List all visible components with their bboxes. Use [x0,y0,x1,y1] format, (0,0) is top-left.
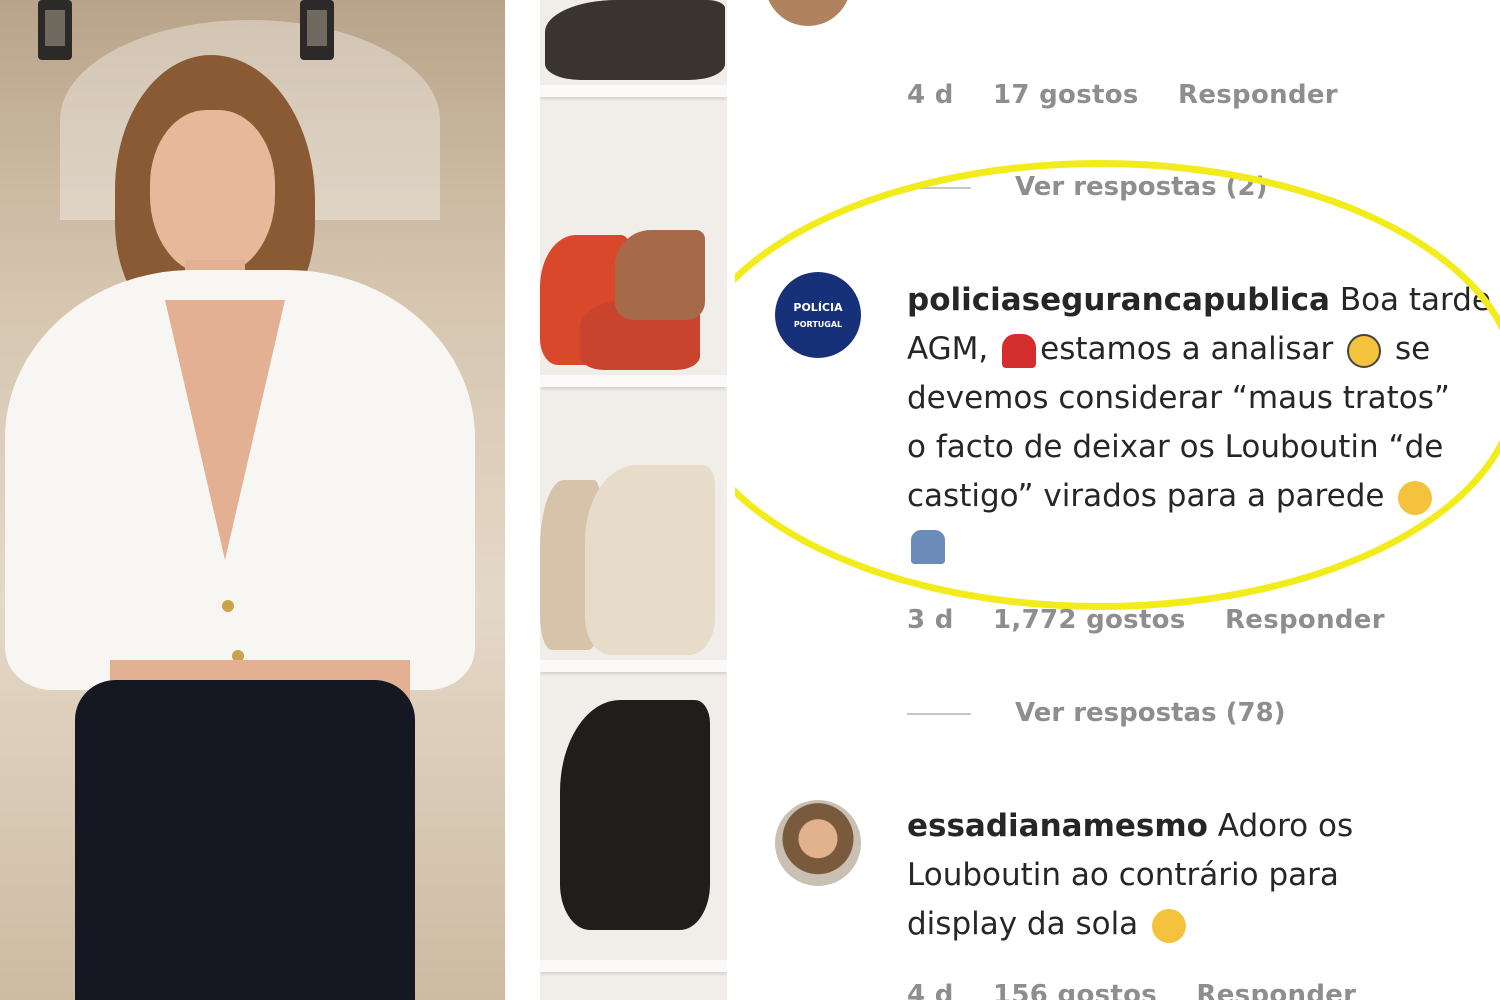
view-replies-label[interactable]: Ver respostas (78) [1015,698,1286,728]
face [150,110,275,275]
avatar[interactable] [775,800,861,886]
shelf [540,660,727,672]
comment-likes[interactable]: 17 gostos [993,80,1139,110]
shoe-shelf-photo [540,0,727,1000]
shelf [540,85,727,97]
siren-icon [1002,333,1037,368]
left-photo [0,0,505,1000]
shelf [540,375,727,387]
avatar[interactable] [765,0,851,26]
comment-text-line: se [1385,331,1431,367]
monocle-icon [1347,333,1382,368]
thinking-icon [1398,480,1433,515]
reply-button[interactable]: Responder [1178,80,1338,110]
comments-panel: 4 d 17 gostos Responder Ver respostas (2… [735,0,1500,1000]
lantern-right [300,0,334,60]
comment-body: policiasegurancapublica Boa tarde AGM, e… [907,276,1497,570]
comment-text-line: Boa tarde [1329,282,1492,318]
comment-likes[interactable]: 156 gostos [993,980,1157,1000]
comment-text-line: Adoro os [1207,808,1354,844]
comment-username[interactable]: essadianamesmo [907,808,1208,844]
shoe-brown [615,230,705,320]
comment-time: 4 d [907,980,954,1000]
comment-username[interactable]: policiasegurancapublica [907,282,1330,318]
lantern-left [38,0,72,60]
divider-line [907,712,971,715]
divider-gap [505,0,540,1000]
comment-meta: 4 d 156 gostos Responder [907,980,1386,1000]
shoe-black-top [545,0,725,80]
comment-text-line: o facto de deixar os Louboutin “de [907,429,1444,465]
view-replies[interactable]: Ver respostas (2) [907,172,1267,202]
reply-button[interactable]: Responder [1225,605,1385,635]
v-neckline [165,300,285,560]
black-jeans [75,680,415,1000]
view-replies-label[interactable]: Ver respostas (2) [1015,172,1267,202]
reply-button[interactable]: Responder [1196,980,1356,1000]
avatar[interactable]: POLÍCIA PORTUGAL [775,272,861,358]
comment-text-line: display da sola [907,906,1149,942]
comment-body: essadianamesmo Adoro os Louboutin ao con… [907,802,1497,949]
shoe-black-sandal [560,700,710,930]
comment-text-line: AGM, [907,331,999,367]
shelf [540,960,727,972]
divider-line [907,186,971,189]
comment-text-line: castigo” virados para a parede [907,478,1395,514]
psp-logo: POLÍCIA PORTUGAL [775,272,861,358]
comment-meta: 3 d 1,772 gostos Responder [907,605,1415,635]
comment-text-line: devemos considerar “maus tratos” [907,380,1450,416]
shoe-fringe [585,465,715,655]
blouse-button [222,600,234,612]
psp-logo-subtitle: PORTUGAL [793,320,843,329]
comment-time: 4 d [907,80,954,110]
smirk-icon [1152,908,1187,943]
comment-likes[interactable]: 1,772 gostos [993,605,1186,635]
comment-meta: 4 d 17 gostos Responder [907,80,1368,110]
comment-time: 3 d [907,605,954,635]
view-replies[interactable]: Ver respostas (78) [907,698,1286,728]
psp-logo-title: POLÍCIA [793,301,843,314]
comment-text-line: Louboutin ao contrário para [907,857,1339,893]
comment-text-line: estamos a analisar [1040,331,1344,367]
police-officer-icon [911,529,945,564]
